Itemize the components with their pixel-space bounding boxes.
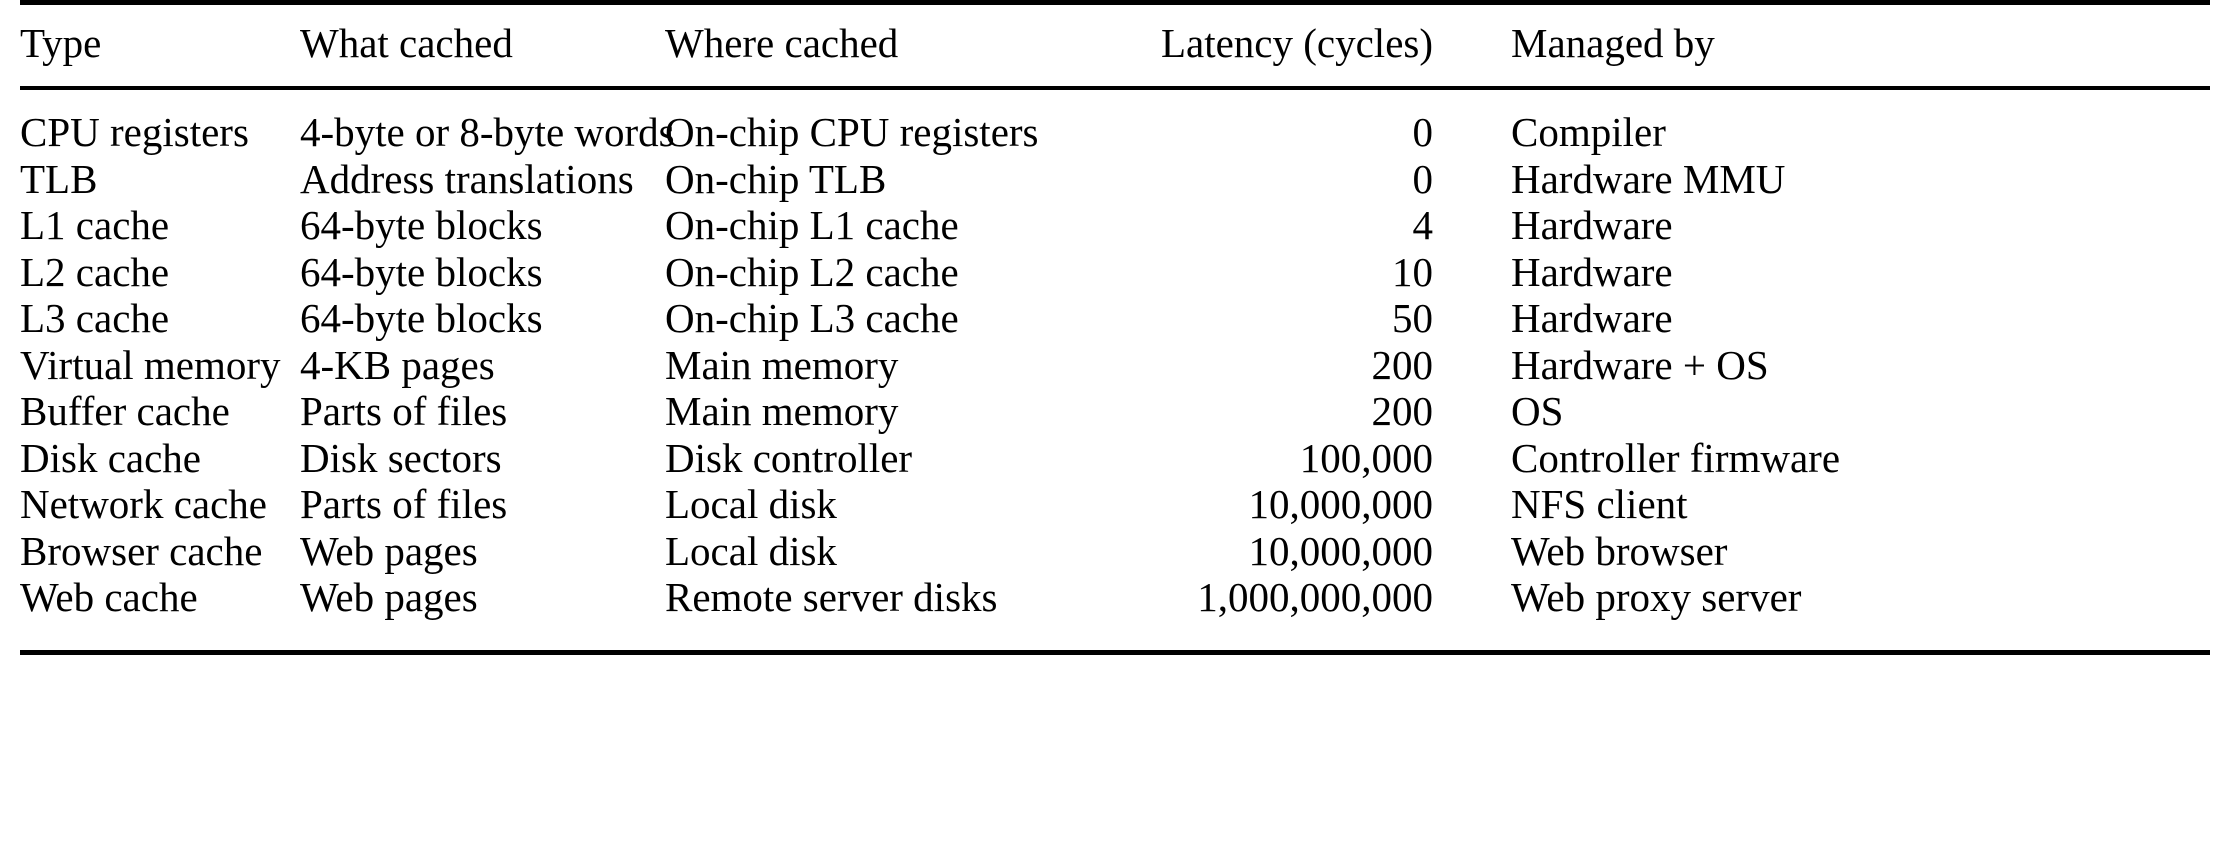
- cell-type: Web cache: [20, 574, 198, 620]
- table-row: L3 cache 64-byte blocks On-chip L3 cache 50…: [20, 298, 2210, 345]
- cell-where-cached: On-chip TLB: [665, 155, 887, 202]
- cell-managed-by: Hardware MMU: [1511, 155, 1786, 202]
- cell-where-cached: Remote server disks: [665, 574, 998, 620]
- cell-what-cached: Parts of files: [300, 481, 508, 527]
- cell-latency: 10,000,000: [1248, 481, 1434, 527]
- cell-managed-by: NFS client: [1511, 481, 1688, 527]
- table-row: Web cache Web pages Remote server disks 1,0…: [20, 577, 2210, 652]
- cell-where-cached: On-chip CPU registers: [665, 109, 1039, 155]
- cell-latency: 10,000,000: [1248, 527, 1434, 574]
- table-row: L2 cache 64-byte blocks On-chip L2 cache 10…: [20, 248, 2210, 299]
- cell-type: Virtual memory: [20, 341, 281, 388]
- cell-type: CPU registers: [20, 109, 249, 155]
- cell-type: L3 cache: [20, 295, 170, 341]
- table-row: Browser cache Web pages Local disk 10,000,0…: [20, 527, 2210, 578]
- cell-latency: 50: [1392, 295, 1433, 341]
- cell-latency: 200: [1371, 388, 1434, 434]
- cell-latency: 10: [1392, 248, 1433, 295]
- cell-what-cached: Web pages: [300, 527, 478, 574]
- table-header: Type What cached Where cached Latency (c…: [20, 2, 2210, 90]
- cache-table-container: Type What cached Where cached Latency (c…: [20, 0, 2210, 655]
- cell-managed-by: Compiler: [1511, 109, 1666, 155]
- table-row: CPU registers 4-byte or 8-byte words On-ch…: [20, 88, 2210, 159]
- cell-where-cached: Main memory: [665, 388, 899, 434]
- column-header-managed: Managed by: [1445, 2, 2210, 90]
- cell-what-cached: Address translations: [300, 155, 634, 202]
- cell-what-cached: 64-byte blocks: [300, 248, 543, 295]
- table-row: Disk cache Disk sectors Disk controller 100…: [20, 434, 2210, 485]
- table-row: L1 cache 64-byte blocks On-chip L1 cache 4 H…: [20, 205, 2210, 252]
- cell-what-cached: 4-KB pages: [300, 341, 495, 388]
- column-header-what: What cached: [300, 2, 665, 90]
- cell-what-cached: 64-byte blocks: [300, 295, 543, 341]
- cell-managed-by: OS: [1511, 388, 1564, 434]
- cell-type: Buffer cache: [20, 388, 230, 434]
- cell-type: L1 cache: [20, 202, 170, 248]
- cell-where-cached: On-chip L1 cache: [665, 202, 959, 248]
- table-row: TLB Address translations On-chip TLB 0 Hardw…: [20, 155, 2210, 206]
- cell-latency: 0: [1412, 155, 1434, 202]
- cell-type: Network cache: [20, 481, 268, 527]
- cell-what-cached: Parts of files: [300, 388, 508, 434]
- cache-summary-table: Type What cached Where cached Latency (c…: [20, 0, 2210, 655]
- cell-what-cached: Web pages: [300, 574, 478, 620]
- cell-managed-by: Controller firmware: [1511, 434, 1841, 481]
- cell-where-cached: On-chip L3 cache: [665, 295, 959, 341]
- table-body: CPU registers 4-byte or 8-byte words On-ch…: [20, 88, 2210, 652]
- cell-where-cached: Disk controller: [665, 434, 913, 481]
- table-row: Virtual memory 4-KB pages Main memory 200 Ha…: [20, 341, 2210, 392]
- cell-latency: 100,000: [1299, 434, 1433, 481]
- cell-where-cached: Local disk: [665, 481, 837, 527]
- cell-type: TLB: [20, 155, 98, 202]
- table-row: Network cache Parts of files Local disk 10,…: [20, 484, 2210, 531]
- cell-managed-by: Hardware: [1511, 248, 1673, 295]
- cell-managed-by: Web proxy server: [1511, 574, 1802, 620]
- cell-latency: 1,000,000,000: [1197, 574, 1433, 620]
- cell-where-cached: On-chip L2 cache: [665, 248, 959, 295]
- cell-type: Disk cache: [20, 434, 201, 481]
- cell-type: Browser cache: [20, 527, 263, 574]
- cell-managed-by: Hardware: [1511, 202, 1673, 248]
- table-header-row: Type What cached Where cached Latency (c…: [20, 2, 2210, 90]
- cell-managed-by: Hardware + OS: [1511, 341, 1769, 388]
- cell-latency: 200: [1371, 341, 1434, 388]
- cell-managed-by: Web browser: [1511, 527, 1728, 574]
- cell-what-cached: 4-byte or 8-byte words: [300, 109, 675, 155]
- column-header-latency: Latency (cycles): [1025, 2, 1445, 90]
- cell-where-cached: Local disk: [665, 527, 837, 574]
- cell-latency: 4: [1412, 202, 1434, 248]
- cell-latency: 0: [1412, 109, 1434, 155]
- cell-where-cached: Main memory: [665, 341, 899, 388]
- column-header-type: Type: [20, 2, 300, 90]
- column-header-where: Where cached: [665, 2, 1025, 90]
- cell-type: L2 cache: [20, 248, 170, 295]
- cell-managed-by: Hardware: [1511, 295, 1673, 341]
- table-row: Buffer cache Parts of files Main memory 200…: [20, 391, 2210, 438]
- cell-what-cached: Disk sectors: [300, 434, 502, 481]
- cell-what-cached: 64-byte blocks: [300, 202, 543, 248]
